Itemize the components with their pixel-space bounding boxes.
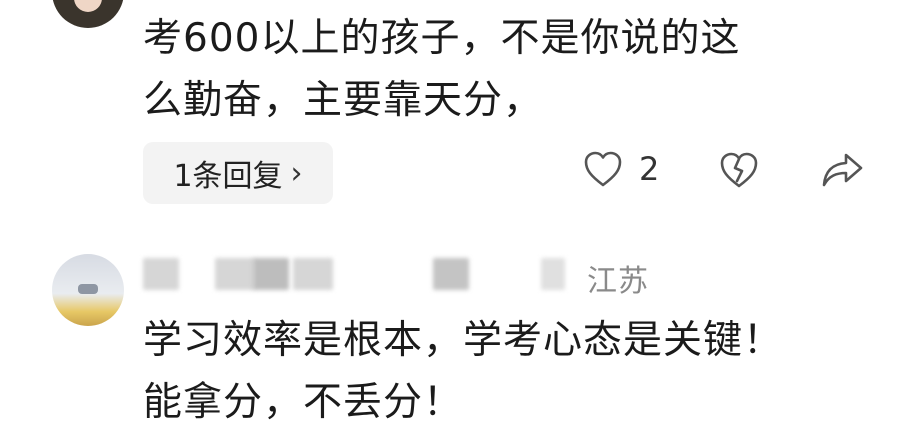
share-icon[interactable] <box>820 150 864 190</box>
broken-heart-icon[interactable] <box>718 150 760 190</box>
redacted-block <box>253 258 289 290</box>
share-button[interactable] <box>820 150 864 190</box>
chevron-right-icon: › <box>290 155 303 191</box>
comment-body: 学习效率是根本，学考心态是关键！ 能拿分，不丢分！ <box>143 310 783 434</box>
redacted-block <box>541 258 565 290</box>
like-count: 2 <box>639 150 660 188</box>
comment-line: 能拿分，不丢分！ <box>143 380 464 425</box>
comment-line: 么勤奋，主要靠天分， <box>143 78 544 123</box>
redacted-username-date <box>143 254 663 294</box>
avatar-figure <box>78 284 98 294</box>
avatar[interactable] <box>52 0 124 28</box>
avatar-face <box>74 0 102 12</box>
redacted-block <box>215 258 255 290</box>
avatar[interactable] <box>52 254 124 326</box>
dislike-button[interactable] <box>718 150 760 190</box>
view-replies-button[interactable]: 1条回复 › <box>143 142 333 204</box>
heart-icon[interactable] <box>583 150 623 188</box>
location-label: 江苏 <box>587 264 649 299</box>
comment-body: 考600以上的孩子，不是你说的这 么勤奋，主要靠天分， <box>143 8 740 132</box>
comment-line: 考600以上的孩子，不是你说的这 <box>143 16 741 61</box>
redacted-block <box>293 258 333 290</box>
comment-thread: 考600以上的孩子，不是你说的这 么勤奋，主要靠天分， 1条回复 › 2 江苏 … <box>0 0 918 434</box>
redacted-block <box>143 258 179 290</box>
redacted-block <box>433 258 469 290</box>
like-button[interactable]: 2 <box>583 150 659 188</box>
reply-count-label: 1条回复 <box>173 159 283 194</box>
comment-line: 学习效率是根本，学考心态是关键！ <box>143 318 784 363</box>
